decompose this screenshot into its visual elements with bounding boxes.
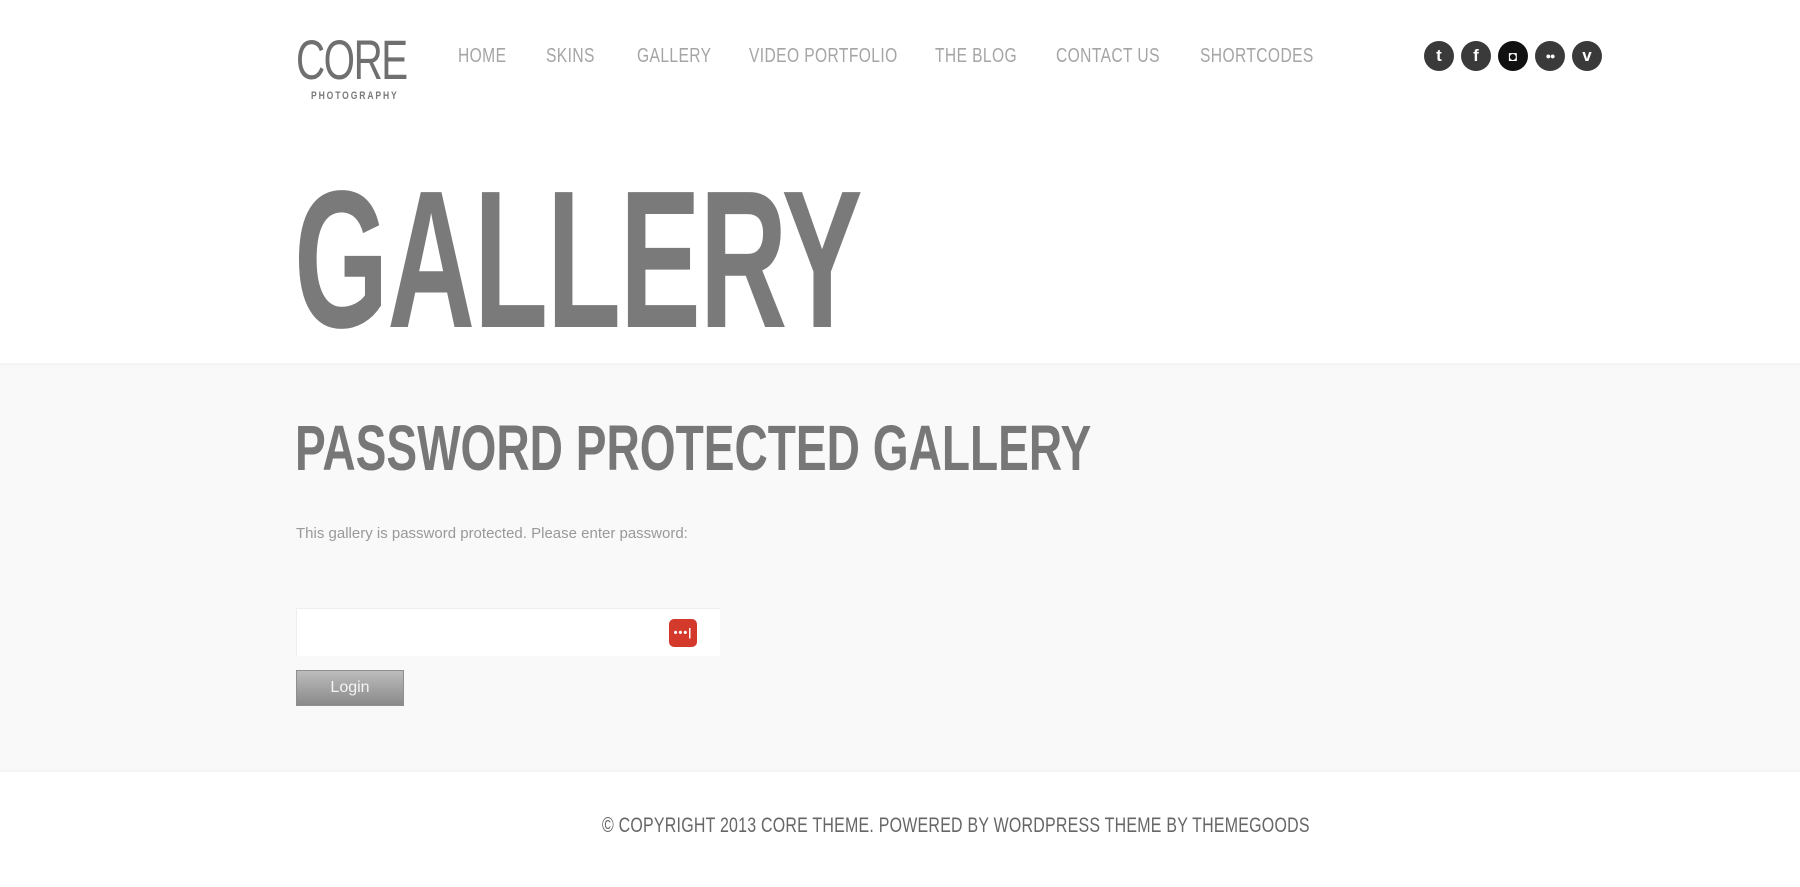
nav-item-contact-us[interactable]: CONTACT US [1056,44,1160,68]
section-title: PASSWORD PROTECTED GALLERY [295,412,1092,484]
logo-subtitle: PHOTOGRAPHY [311,90,399,102]
logo[interactable]: CORE PHOTOGRAPHY [296,28,408,104]
password-manager-icon[interactable]: •••| [669,619,697,647]
nav-item-skins[interactable]: SKINS [546,44,595,68]
nav-item-home[interactable]: HOME [458,44,506,68]
twitter-icon[interactable]: t [1424,41,1454,71]
intro-text: This gallery is password protected. Plea… [296,525,688,542]
nav-item-shortcodes[interactable]: SHORTCODES [1200,44,1314,68]
page-title: GALLERY [294,150,863,369]
password-input[interactable] [296,608,720,656]
logo-title: CORE [296,28,408,91]
footer-copyright: © COPYRIGHT 2013 CORE THEME. POWERED BY … [602,814,1310,837]
content-section: PASSWORD PROTECTED GALLERY This gallery … [0,363,1800,772]
flickr-icon[interactable]: ●● [1535,41,1565,71]
vimeo-icon[interactable]: v [1572,41,1602,71]
site-header: CORE PHOTOGRAPHY HOME SKINS GALLERY VIDE… [0,0,1800,120]
nav-item-video-portfolio[interactable]: VIDEO PORTFOLIO [749,44,898,68]
instagram-icon[interactable]: ◘ [1498,41,1528,71]
login-button[interactable]: Login [296,670,404,706]
facebook-icon[interactable]: f [1461,41,1491,71]
nav-item-gallery[interactable]: GALLERY [637,44,711,68]
nav-item-the-blog[interactable]: THE BLOG [935,44,1017,68]
